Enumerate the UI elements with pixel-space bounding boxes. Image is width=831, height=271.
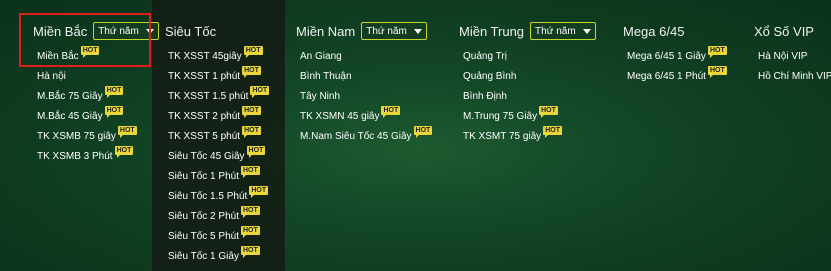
hot-badge: HOT xyxy=(104,86,124,98)
hot-badge: HOT xyxy=(114,146,134,158)
list-item[interactable]: M.Nam Siêu Tốc 45 GiâyHOT xyxy=(300,126,433,150)
list-item[interactable]: Siêu Tốc 1 GiâyHOT xyxy=(168,246,269,270)
chevron-down-icon xyxy=(414,28,423,34)
list-item[interactable]: TK XSMT 75 giâyHOT xyxy=(463,126,562,150)
chevron-down-icon xyxy=(583,28,592,34)
hot-badge: HOT xyxy=(381,106,401,118)
link-list: Quảng Trị Quảng Bình Bình Định M.Trung 7… xyxy=(463,50,562,150)
hot-badge: HOT xyxy=(539,106,558,118)
hot-badge: HOT xyxy=(249,186,269,198)
hot-badge: HOT xyxy=(413,126,433,138)
hot-badge: HOT xyxy=(707,66,727,78)
link-list: Hà Nội VIP Hồ Chí Minh VIP xyxy=(758,50,831,90)
hot-badge: HOT xyxy=(240,226,260,238)
selection-highlight-box xyxy=(19,13,151,67)
list-item[interactable]: Mega 6/45 1 PhútHOT xyxy=(627,66,727,90)
hot-badge: HOT xyxy=(240,246,260,258)
hot-badge: HOT xyxy=(117,126,137,138)
list-item[interactable]: Tây Ninh xyxy=(300,90,432,110)
hot-badge: HOT xyxy=(242,126,261,138)
list-item[interactable]: Hồ Chí Minh VIP xyxy=(758,70,831,90)
hot-badge: HOT xyxy=(707,46,727,58)
hot-badge: HOT xyxy=(242,66,261,78)
list-item[interactable]: An Giang xyxy=(300,50,432,70)
list-item[interactable]: TK XSMN 45 giâyHOT xyxy=(300,106,432,130)
list-item[interactable]: TK XSMB 3 PhútHOT xyxy=(37,146,137,170)
column-title[interactable]: Siêu Tốc xyxy=(165,24,216,39)
column-title[interactable]: Xổ Số VIP xyxy=(754,24,814,39)
hot-badge: HOT xyxy=(243,46,263,58)
day-select-value: Thứ năm xyxy=(535,25,576,37)
list-item[interactable]: Bình Thuận xyxy=(300,70,432,90)
list-item[interactable]: Quảng Trị xyxy=(463,50,562,70)
column-header: Miền Nam Thứ năm xyxy=(296,20,428,42)
hot-badge: HOT xyxy=(543,126,562,138)
hot-badge: HOT xyxy=(240,166,260,178)
day-select[interactable]: Thứ năm xyxy=(361,22,428,40)
hot-badge: HOT xyxy=(104,106,124,118)
list-item[interactable]: Quảng Bình xyxy=(463,70,562,90)
link-list: TK XSST 45giâyHOT TK XSST 1 phútHOT TK X… xyxy=(168,46,270,270)
column-header: Mega 6/45 xyxy=(623,20,690,42)
hot-badge: HOT xyxy=(240,206,260,218)
column-header: Miền Trung Thứ năm xyxy=(459,20,597,42)
hot-badge: HOT xyxy=(242,106,261,118)
hot-badge: HOT xyxy=(246,146,266,158)
link-list: Mega 6/45 1 GiâyHOT Mega 6/45 1 PhútHOT xyxy=(627,46,727,90)
day-select-value: Thứ năm xyxy=(366,25,407,37)
column-header: Xổ Số VIP xyxy=(754,20,820,42)
list-item[interactable]: Hà Nội VIP xyxy=(758,50,831,70)
day-select[interactable]: Thứ năm xyxy=(530,22,597,40)
link-list: An Giang Bình Thuận Tây Ninh TK XSMN 45 … xyxy=(300,50,433,150)
column-title[interactable]: Miền Nam xyxy=(296,24,355,39)
column-title[interactable]: Miền Trung xyxy=(459,24,524,39)
column-header: Siêu Tốc xyxy=(165,20,222,42)
hot-badge: HOT xyxy=(250,86,270,98)
link-list: Miền BắcHOT Hà nội M.Bắc 75 GiâyHOT M.Bắ… xyxy=(37,46,137,170)
column-title[interactable]: Mega 6/45 xyxy=(623,24,684,39)
